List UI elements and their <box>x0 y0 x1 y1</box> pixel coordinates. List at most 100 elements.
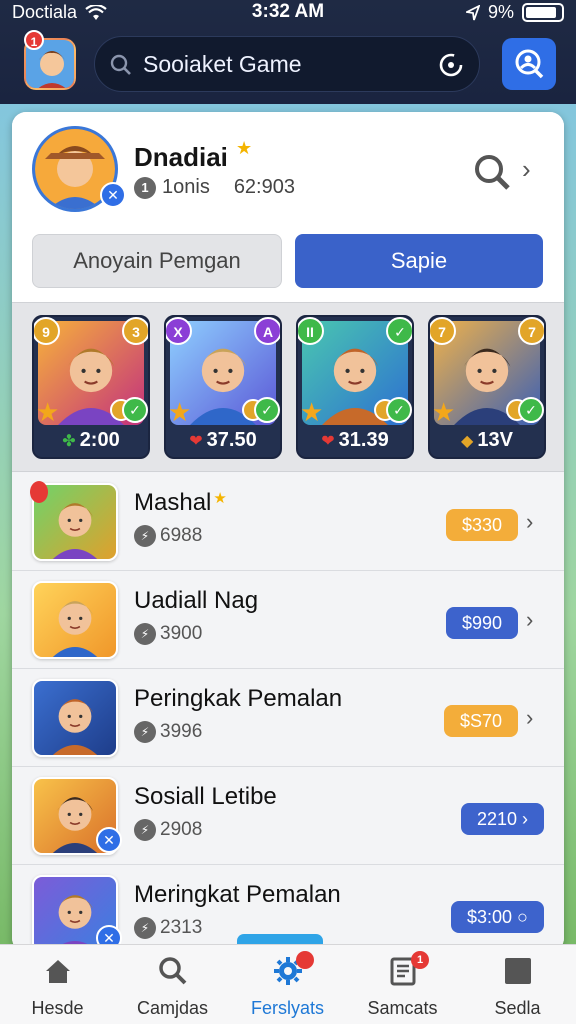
star-icon: ★ <box>213 490 227 507</box>
tab-badge: 1 <box>411 951 429 969</box>
character-card[interactable]: 7 7 ★ ✓ ◆ 13V <box>428 315 546 459</box>
list-item-score: ⚡ 2908 <box>134 819 202 841</box>
check-icon: ✓ <box>254 397 280 423</box>
card-stat: ❤ 37.50 <box>166 429 280 452</box>
balloon-icon <box>30 481 48 503</box>
heart-icon: ❤ <box>321 433 335 450</box>
list-item-name: Meringkat Pemalan <box>134 881 341 908</box>
player-list: Mashal ★ ⚡ 6988 $330 › Uadiall Nag ⚡ 3900 $990 › … <box>12 473 564 952</box>
coin-icon: ⚡ <box>134 525 156 547</box>
battery-percent: 9% <box>487 2 514 22</box>
price-pill[interactable]: $330 <box>446 509 519 541</box>
character-card[interactable]: X A ★ ✓ ❤ 37.50 <box>164 315 282 459</box>
document-icon <box>345 955 460 992</box>
list-item[interactable]: Mashal ★ ⚡ 6988 $330 › <box>12 473 564 571</box>
location-icon <box>465 4 480 20</box>
card-rank-badge: A <box>254 317 280 345</box>
tab-camjdas[interactable]: Camjdas <box>115 955 230 1019</box>
player-avatar <box>32 581 118 659</box>
search-icon <box>115 955 230 992</box>
list-item[interactable]: ✕ Sosiall Letibe ⚡ 2908 2210 › <box>12 767 564 865</box>
user-search-icon <box>515 49 544 79</box>
character-card[interactable]: II ✓ ★ ✓ ❤ 31.39 <box>296 315 414 459</box>
battery-icon <box>522 3 564 22</box>
star-icon: ★ <box>236 138 253 158</box>
chevron-right-icon[interactable]: › <box>526 607 533 633</box>
price-pill[interactable]: $S70 <box>444 705 519 737</box>
character-card[interactable]: 9 3 ★ ✓ ✤ 2:00 <box>32 315 150 459</box>
home-icon <box>0 955 115 992</box>
list-item-name: Sosiall Letibe <box>134 783 277 810</box>
tab-sedla[interactable]: Sedla <box>460 955 575 1019</box>
card-level-badge: II <box>298 317 324 345</box>
refresh-icon[interactable] <box>437 51 465 79</box>
diamond-icon: ◆ <box>461 433 474 450</box>
tab-ferslyats[interactable]: Ferslyats <box>230 951 345 1019</box>
check-icon: ✓ <box>518 397 544 423</box>
verified-x-icon: ✕ <box>96 827 122 853</box>
list-item-name: Uadiall Nag <box>134 587 259 614</box>
tab-bar: Hesde Camjdas Ferslyats 1 Samcats Sedla <box>0 944 576 1024</box>
tab-badge <box>296 951 314 969</box>
star-icon: ★ <box>300 397 324 427</box>
coin-icon: ⚡ <box>134 721 156 743</box>
list-item-score-value: 2313 <box>160 917 203 938</box>
coin-icon: ⚡ <box>134 917 156 939</box>
list-item[interactable]: Peringkak Pemalan ⚡ 3996 $S70 › <box>12 669 564 767</box>
secondary-button[interactable]: Anoyain Pemgan <box>32 234 282 288</box>
list-item-score-value: 6988 <box>160 525 203 546</box>
tab-label: Samcats <box>367 998 438 1018</box>
star-icon: ★ <box>168 397 192 427</box>
tab-label: Ferslyats <box>250 998 324 1018</box>
list-item-title: Uadiall Nag <box>134 587 258 615</box>
price-pill[interactable]: 2210 › <box>461 803 545 835</box>
profile-stats: 1 1onis 62:903 <box>134 176 295 199</box>
coin-icon: ⚡ <box>134 623 156 645</box>
primary-button[interactable]: Sapie <box>295 234 543 288</box>
card-level-badge: X <box>166 317 192 345</box>
gear-icon <box>230 955 345 992</box>
profile-name: Dnadiai <box>134 142 228 172</box>
notification-badge: 1 <box>24 30 44 50</box>
status-bar: Doctiala 3:32 AM 9% <box>0 0 576 26</box>
card-stat: ❤ 31.39 <box>298 429 412 452</box>
list-item[interactable]: Uadiall Nag ⚡ 3900 $990 › <box>12 571 564 669</box>
coin-icon: ⚡ <box>134 819 156 841</box>
profile-card: ✕ Dnadiai ★ 1 1onis 62:903 › Anoyain Pem… <box>12 112 564 302</box>
list-item-score: ⚡ 3900 <box>134 623 202 645</box>
price-pill[interactable]: $990 <box>446 607 519 639</box>
list-item-score-value: 2908 <box>160 819 203 840</box>
tab-label: Camjdas <box>136 998 209 1018</box>
card-stat: ✤ 2:00 <box>34 429 148 452</box>
list-item-name: Peringkak Pemalan <box>134 685 343 712</box>
list-item-score: ⚡ 3996 <box>134 721 202 743</box>
chevron-right-icon[interactable]: › <box>526 705 533 731</box>
character-cards: 9 3 ★ ✓ ✤ 2:00 X A ★ ✓ ❤ 37.50 II ✓ ★ ✓ ❤ 31.39 7 7 ★ ✓ ◆ 13… <box>12 302 564 472</box>
chevron-right-icon[interactable]: › <box>526 509 533 535</box>
list-item-title: Sosiall Letibe <box>134 783 277 811</box>
list-item-title: Mashal ★ <box>134 489 227 517</box>
search-icon[interactable] <box>472 152 512 192</box>
card-rank-badge: ✓ <box>386 317 412 345</box>
card-level-badge: 7 <box>430 317 456 345</box>
search-text: Sooiaket Game <box>143 51 302 77</box>
price-pill[interactable]: $3:00 ○ <box>451 901 544 933</box>
list-item-name: Mashal <box>134 489 212 516</box>
search-bar[interactable]: Sooiaket Game <box>94 36 480 92</box>
card-level-badge: 9 <box>34 317 60 345</box>
tab-samcats[interactable]: 1 Samcats <box>345 951 460 1019</box>
list-item-title: Meringkat Pemalan <box>134 881 341 909</box>
card-stat-value: 13V <box>477 429 513 451</box>
chevron-right-icon[interactable]: › <box>522 154 531 185</box>
list-item-score-value: 3900 <box>160 623 203 644</box>
tab-hesde[interactable]: Hesde <box>0 955 115 1019</box>
profile-stat-b: 62:903 <box>233 176 295 198</box>
square-icon <box>460 955 575 992</box>
card-rank-badge: 7 <box>518 317 544 345</box>
list-item-score-value: 3996 <box>160 721 203 742</box>
coin-icon: 1 <box>134 176 156 199</box>
heart-icon: ❤ <box>189 433 203 450</box>
card-stat-value: 2:00 <box>79 429 120 451</box>
profile-button[interactable] <box>502 38 556 90</box>
list-item-title: Peringkak Pemalan <box>134 685 342 713</box>
